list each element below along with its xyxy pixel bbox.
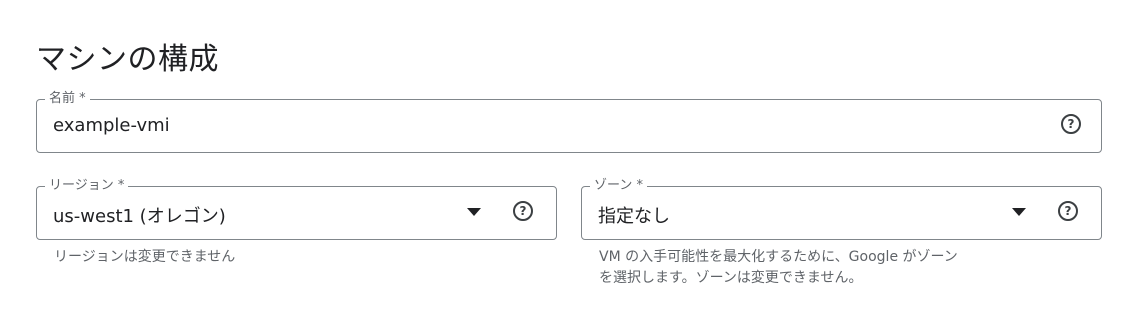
zone-hint: VM の入手可能性を最大化するために、Google がゾーン を選択します。ゾー… <box>599 247 1099 289</box>
page-title: マシンの構成 <box>36 42 219 77</box>
name-input[interactable]: example-vmi <box>53 115 170 136</box>
region-field-label: リージョン * <box>45 177 129 195</box>
name-field[interactable]: 名前 * example-vmi ? <box>36 90 1102 153</box>
help-circle-icon[interactable]: ? <box>513 201 533 221</box>
region-select-value[interactable]: us-west1 (オレゴン) <box>53 202 226 228</box>
help-circle-icon[interactable]: ? <box>1061 114 1081 134</box>
help-circle-icon[interactable]: ? <box>1058 201 1078 221</box>
zone-select[interactable]: ゾーン * 指定なし ? <box>581 177 1102 240</box>
arrow-drop-down-icon[interactable] <box>1012 208 1026 216</box>
zone-select-value[interactable]: 指定なし <box>598 202 670 228</box>
zone-field-label: ゾーン * <box>590 177 647 195</box>
name-field-label: 名前 * <box>45 90 90 108</box>
region-hint: リージョンは変更できません <box>54 249 236 265</box>
arrow-drop-down-icon[interactable] <box>467 208 481 216</box>
region-select[interactable]: リージョン * us-west1 (オレゴン) ? <box>36 177 557 240</box>
zone-hint-line-1: VM の入手可能性を最大化するために、Google がゾーン <box>599 249 958 265</box>
zone-hint-line-2: を選択します。ゾーンは変更できません。 <box>599 270 863 286</box>
